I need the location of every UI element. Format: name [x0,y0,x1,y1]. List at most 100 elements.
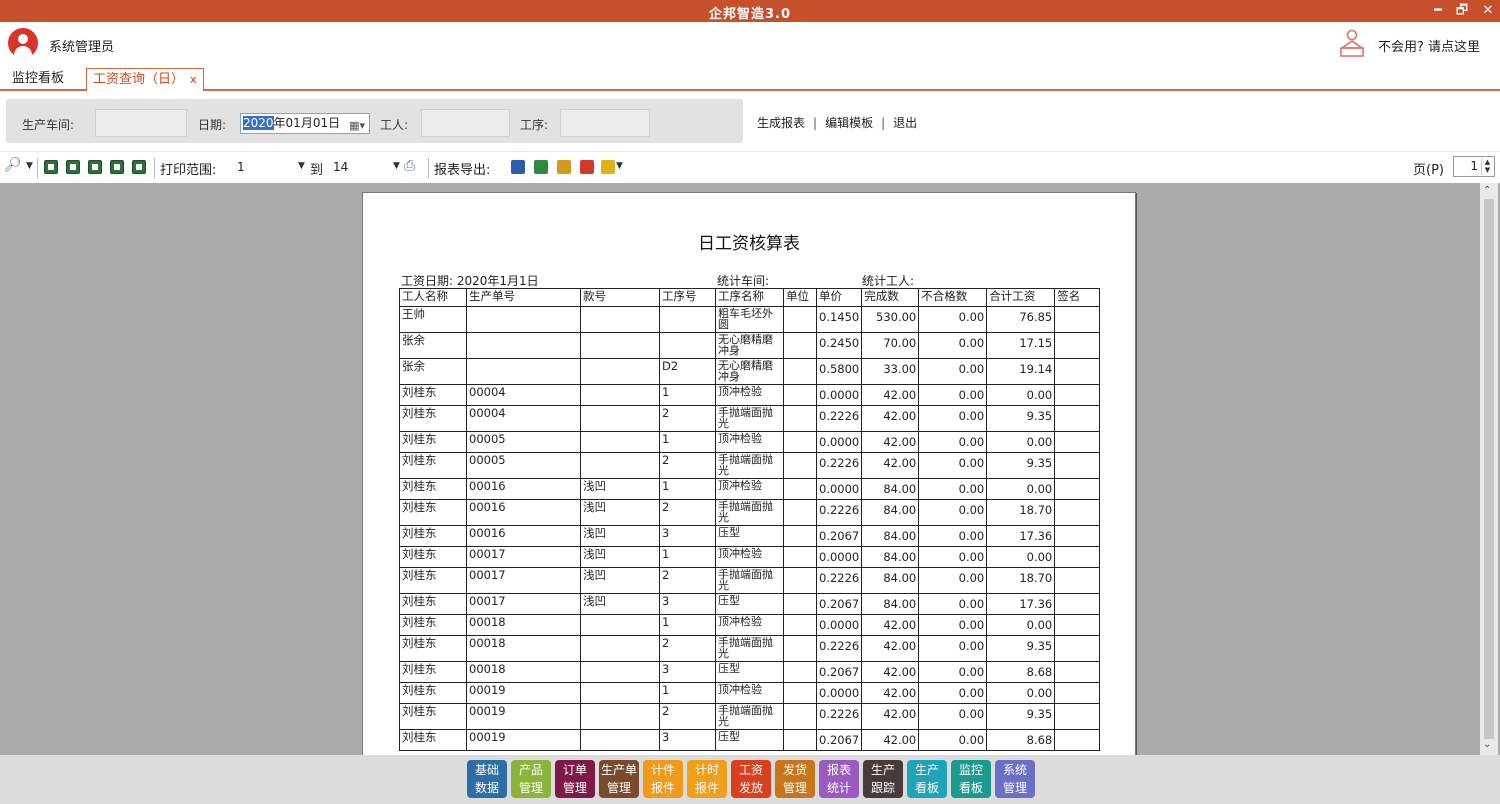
table-cell [1054,452,1101,479]
table-cell: 42.00 [861,452,920,479]
table-cell: 刘桂东 [399,478,467,500]
tab-daily-wage-query[interactable]: 工资查询（日） x [86,68,204,91]
print-from-dropdown-icon[interactable]: ▼ [298,161,305,171]
worker-input[interactable] [421,109,510,137]
worker-label: 工人: [380,118,409,132]
table-cell: 浅凹 [580,567,660,594]
four-page-icon[interactable] [110,160,124,174]
user-avatar-icon[interactable] [8,28,38,58]
module-button[interactable]: 计时 报件 [687,760,727,798]
table-cell [1054,306,1101,333]
scroll-thumb[interactable] [1484,199,1494,739]
help-desk-icon[interactable] [1338,28,1366,58]
scroll-up-icon[interactable]: ⌃ [1483,185,1491,196]
export-pdf-icon[interactable] [580,160,594,174]
table-cell [1054,635,1101,662]
table-cell [1054,729,1101,751]
table-cell: 00018 [466,635,581,662]
tab-close-icon[interactable]: x [190,73,197,86]
page-number-input[interactable]: 1 ▲ ▼ [1453,156,1495,177]
export-word-icon[interactable] [511,160,525,174]
table-cell: 0.00 [918,546,988,568]
page-label: 页(P) [1413,163,1444,178]
exit-link[interactable]: 退出 [893,116,917,130]
table-cell: 刘桂东 [399,452,467,479]
table-cell: 00019 [466,682,581,704]
module-button[interactable]: 工资 发放 [731,760,771,798]
module-button[interactable]: 发货 管理 [775,760,815,798]
wide-page-icon[interactable] [88,160,102,174]
table-cell: 0.00 [986,478,1056,500]
workshop-label: 生产车间: [22,118,75,132]
table-cell: 刘桂东 [399,682,467,704]
zoom-icon[interactable]: 🔎︎ [4,157,22,173]
print-icon[interactable]: ⎙ [404,158,415,174]
generate-report-link[interactable]: 生成报表 [757,116,805,130]
preview-scrollbar[interactable]: ⌃ ⌄ [1480,183,1498,755]
print-to-dropdown-icon[interactable]: ▼ [393,161,400,171]
minimize-button[interactable]: ━ [1428,2,1448,20]
column-header: 工人名称 [399,288,467,307]
workshop-input[interactable] [95,109,187,137]
table-row: 刘桂东 00017 浅凹 2 手抛端面抛光 0.2226 84.00 0.00 18.70 [399,567,1101,594]
export-dropdown-icon[interactable]: ▼ [616,161,623,171]
table-cell [783,306,817,333]
export-more-icon[interactable] [601,160,615,174]
module-button[interactable]: 基础 数据 [467,760,507,798]
print-from-select[interactable]: 1 [237,160,245,174]
tab-monitor-board[interactable]: 监控看板 [6,68,70,91]
table-cell: 00017 [466,593,581,615]
table-cell: 0.00 [918,593,988,615]
date-picker[interactable]: 2020年01月01日 ▦▾ [240,113,370,134]
module-button[interactable]: 生产单 管理 [599,760,639,798]
report-toolbar: 🔎︎ ▼ 打印范围: 1 ▼ 到 14 ▼ ⎙ 报表导出: ▼ 页(P) [0,151,1500,183]
print-range-label: 打印范围: [160,163,217,178]
table-cell: 84.00 [861,567,920,594]
table-cell: 0.00 [918,452,988,479]
two-page-icon[interactable] [66,160,80,174]
print-to-select[interactable]: 14 [333,160,348,174]
export-excel-icon[interactable] [534,160,548,174]
table-cell: 无心磨精磨冲身 [715,358,784,385]
help-link[interactable]: 不会用? 请点这里 [1378,36,1480,55]
table-cell: 1 [659,682,716,704]
table-cell [659,332,716,359]
table-cell: 刘桂东 [399,703,467,730]
single-page-icon[interactable] [44,160,58,174]
table-cell: 浅凹 [580,525,660,547]
module-button[interactable]: 生产 跟踪 [863,760,903,798]
edit-template-link[interactable]: 编辑模板 [825,116,873,130]
module-button[interactable]: 产品 管理 [511,760,551,798]
module-button[interactable]: 报表 统计 [819,760,859,798]
module-button[interactable]: 订单 管理 [555,760,595,798]
module-button[interactable]: 监控 看板 [951,760,991,798]
report-title: 日工资核算表 [698,234,800,254]
table-header: 工人名称 生产单号 款号 工序号 工序名称 单位 单价 完成数 不合格数 合计工资 签名 [399,288,1101,307]
table-cell [783,703,817,730]
table-row: 刘桂东 00018 3 压型 0.2067 42.00 0.00 8.68 [399,661,1101,683]
table-cell: 刘桂东 [399,593,467,615]
table-cell [1054,661,1101,683]
table-cell: 42.00 [861,703,920,730]
six-page-icon[interactable] [132,160,146,174]
process-input[interactable] [560,109,650,137]
page-spinner[interactable]: ▲ ▼ [1481,158,1493,175]
table-row: 刘桂东 00019 2 手抛端面抛光 0.2226 42.00 0.00 9.35 [399,703,1101,730]
export-image-icon[interactable] [557,160,571,174]
column-header: 不合格数 [918,288,988,307]
calendar-dropdown-icon[interactable]: ▦▾ [349,116,365,135]
module-button[interactable]: 生产 看板 [907,760,947,798]
table-cell [1054,682,1101,704]
table-cell: 0.00 [918,635,988,662]
module-button[interactable]: 计件 报件 [643,760,683,798]
scroll-down-icon[interactable]: ⌄ [1483,739,1491,750]
column-header: 生产单号 [466,288,581,307]
zoom-dropdown-icon[interactable]: ▼ [26,161,33,171]
table-cell: 顶冲检验 [715,478,784,500]
restore-button[interactable]: 🗗 [1452,2,1472,20]
table-cell [1054,405,1101,432]
table-cell: 00018 [466,614,581,636]
module-button[interactable]: 系统 管理 [995,760,1035,798]
table-cell: 0.2226 [815,405,863,432]
close-button[interactable]: ✕ [1478,2,1498,20]
